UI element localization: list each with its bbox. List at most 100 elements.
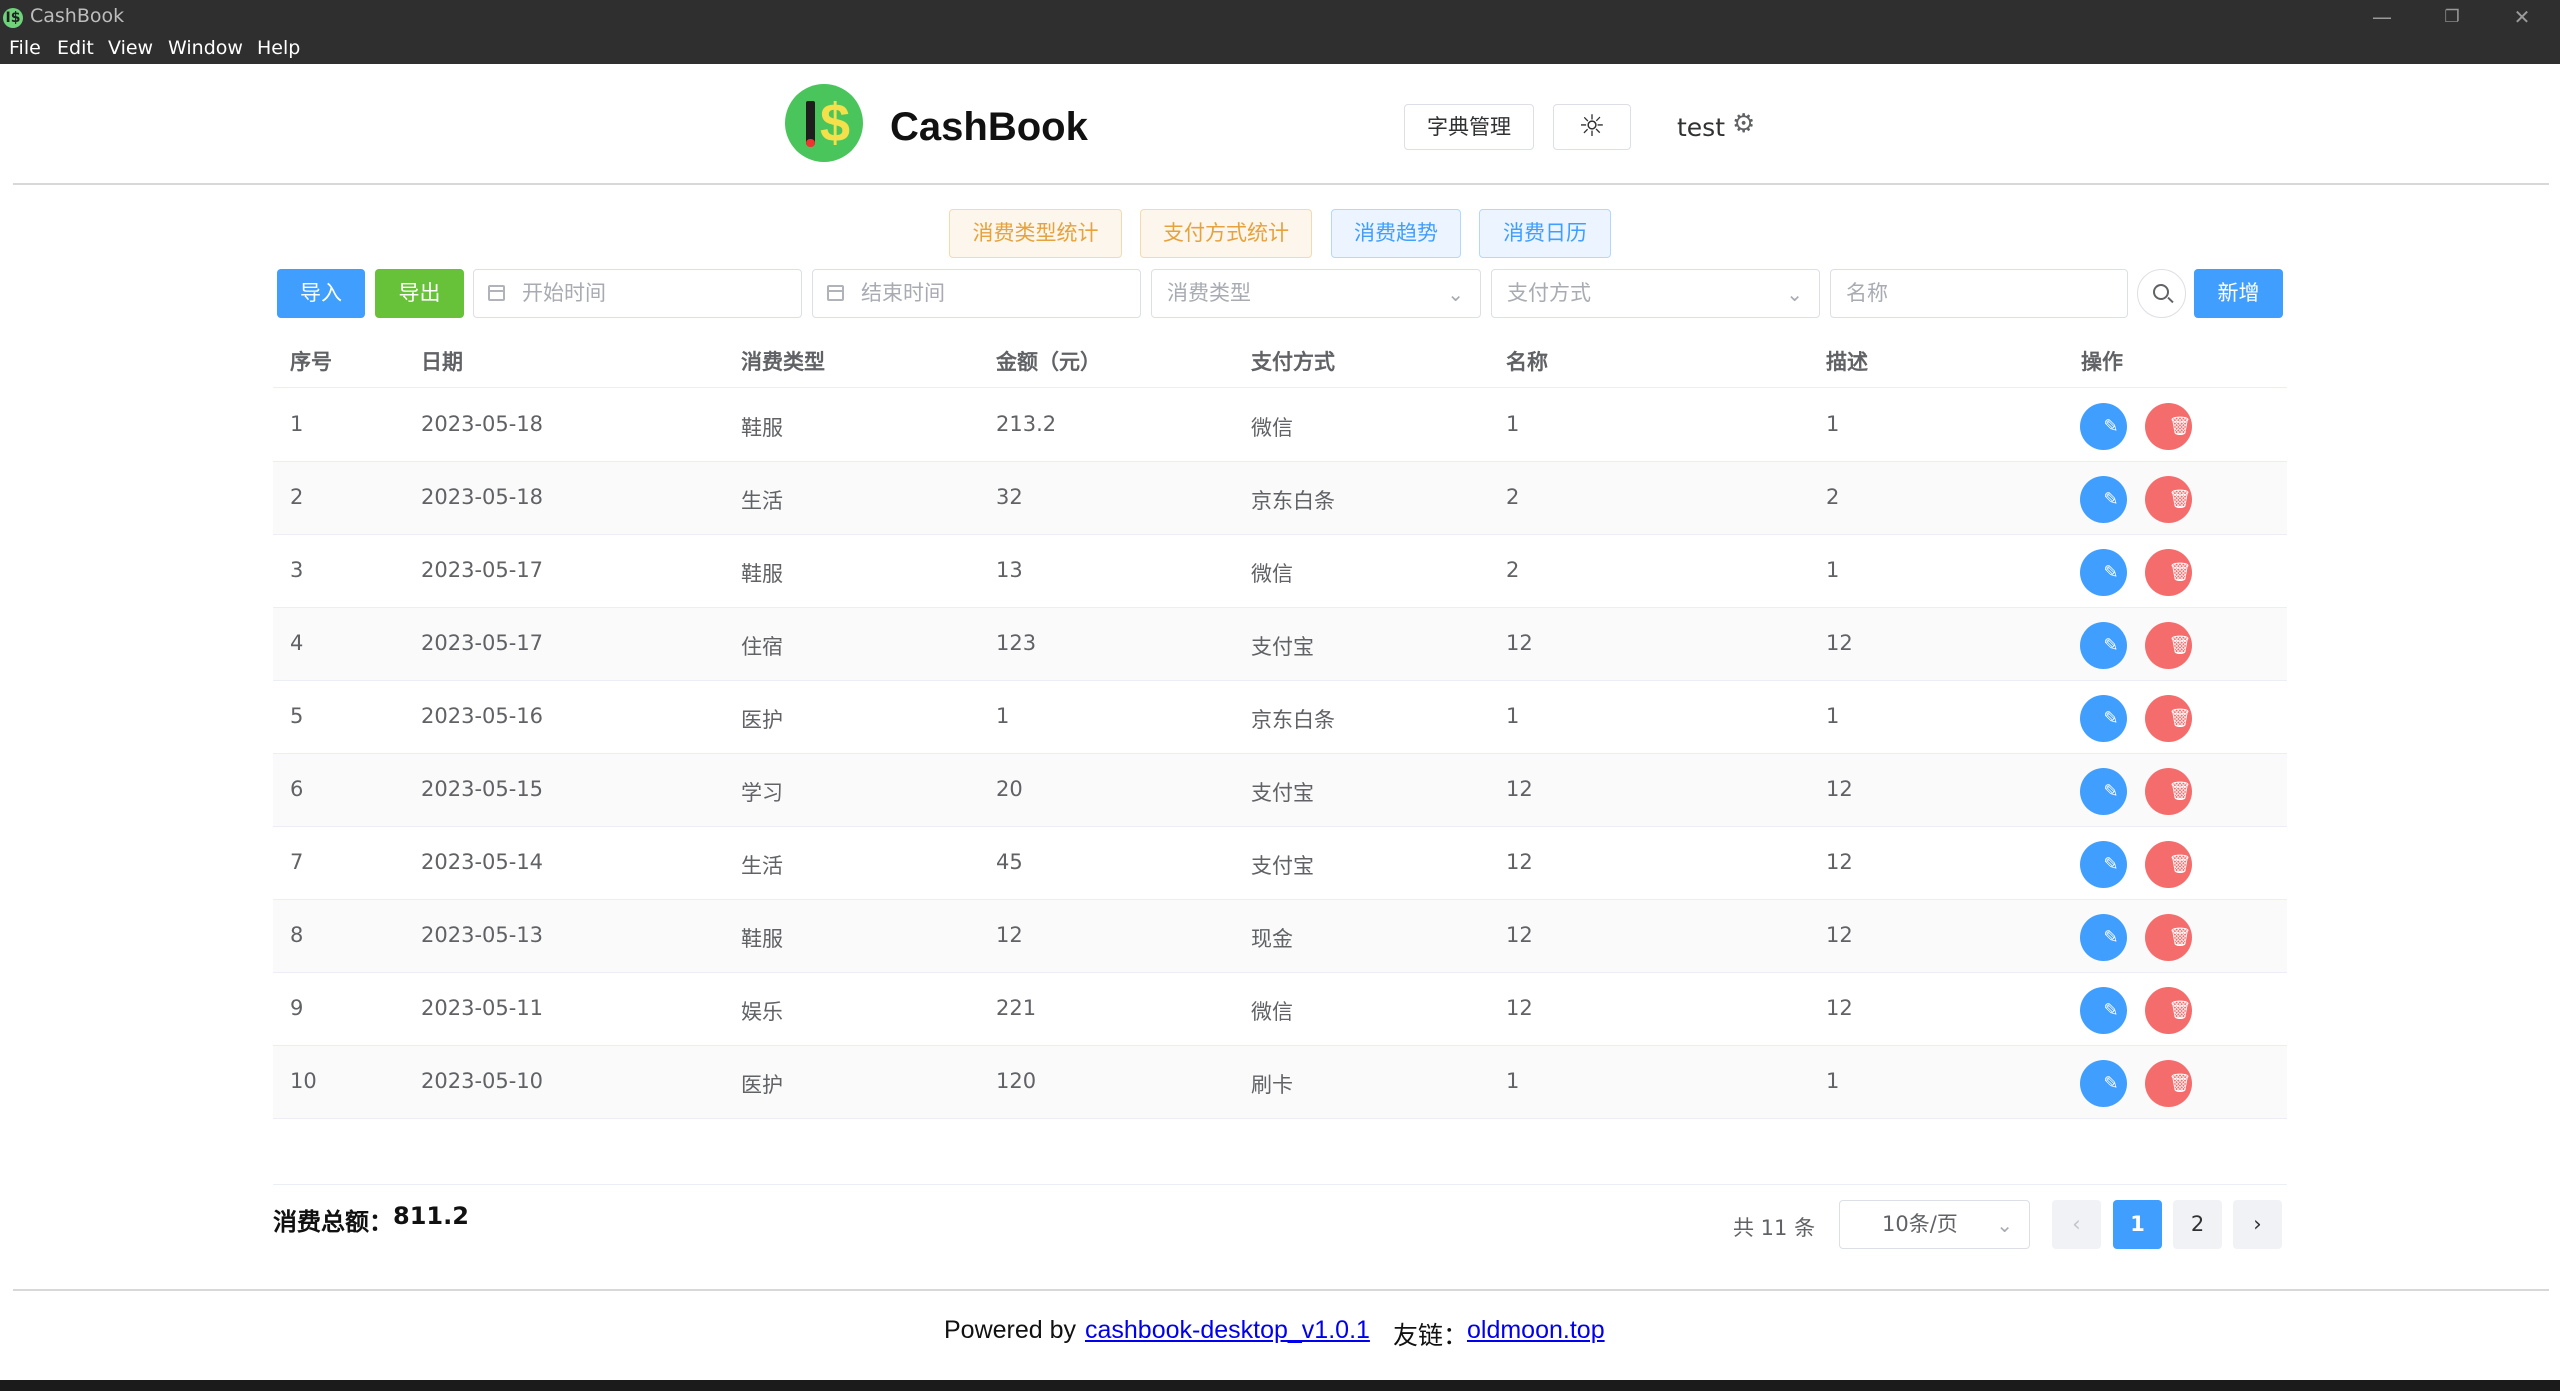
cell-amount: 221 (996, 996, 1037, 1020)
menu-edit[interactable]: Edit (57, 37, 94, 59)
menu-window[interactable]: Window (168, 37, 243, 59)
cell-type: 娱乐 (741, 1000, 783, 1024)
trash-icon: 🗑 (2168, 854, 2192, 875)
close-button[interactable]: ✕ (2487, 2, 2557, 32)
cell-index: 7 (290, 850, 304, 874)
cell-desc: 1 (1826, 1069, 1840, 1093)
cell-date: 2023-05-10 (421, 1069, 544, 1093)
cell-date: 2023-05-15 (421, 777, 544, 801)
edit-button[interactable]: ✎ (2080, 841, 2127, 888)
start-date-input[interactable]: 开始时间 (473, 269, 802, 318)
cell-date: 2023-05-17 (421, 631, 544, 655)
chevron-down-icon: ⌄ (1447, 282, 1464, 306)
cell-desc: 12 (1826, 777, 1853, 801)
col-date: 日期 (421, 350, 463, 374)
maximize-button[interactable]: ❐ (2417, 2, 2487, 32)
cell-index: 8 (290, 923, 304, 947)
theme-toggle-button[interactable]: ☼ (1553, 104, 1631, 150)
edit-button[interactable]: ✎ (2080, 768, 2127, 815)
delete-button[interactable]: 🗑 (2145, 549, 2192, 596)
delete-button[interactable]: 🗑 (2145, 841, 2192, 888)
cell-date: 2023-05-18 (421, 412, 544, 436)
cell-date: 2023-05-14 (421, 850, 544, 874)
menu-help[interactable]: Help (257, 37, 300, 59)
friend-link[interactable]: oldmoon.top (1467, 1316, 1605, 1345)
edit-button[interactable]: ✎ (2080, 914, 2127, 961)
sun-icon: ☼ (1578, 109, 1606, 144)
end-date-input[interactable]: 结束时间 (812, 269, 1141, 318)
payment-method-select[interactable]: 支付方式 ⌄ (1491, 269, 1820, 318)
brand-title: CashBook (890, 105, 1088, 149)
trash-icon: 🗑 (2168, 708, 2192, 729)
cell-payment: 微信 (1251, 416, 1293, 440)
table-row: 10 2023-05-10 医护 120 刷卡 1 1 ✎ 🗑 (273, 1046, 2287, 1119)
edit-button[interactable]: ✎ (2080, 403, 2127, 450)
cell-name: 1 (1506, 704, 1520, 728)
page-size-select[interactable]: 10条/页 ⌄ (1839, 1200, 2030, 1249)
tab-category-stats[interactable]: 消费类型统计 (949, 209, 1122, 258)
cell-date: 2023-05-18 (421, 485, 544, 509)
export-button[interactable]: 导出 (375, 269, 464, 318)
edit-button[interactable]: ✎ (2080, 1060, 2127, 1107)
prev-page-button[interactable]: ‹ (2052, 1200, 2101, 1249)
menu-view[interactable]: View (108, 37, 153, 59)
calendar-icon (827, 285, 844, 301)
col-actions: 操作 (2081, 350, 2123, 374)
delete-button[interactable]: 🗑 (2145, 987, 2192, 1034)
cell-amount: 1 (996, 704, 1010, 728)
edit-button[interactable]: ✎ (2080, 695, 2127, 742)
cell-amount: 20 (996, 777, 1023, 801)
import-button[interactable]: 导入 (277, 269, 365, 318)
cell-desc: 12 (1826, 923, 1853, 947)
name-placeholder: 名称 (1846, 281, 1888, 305)
col-amount: 金额（元） (996, 350, 1101, 374)
expense-type-select[interactable]: 消费类型 ⌄ (1151, 269, 1481, 318)
name-input[interactable]: 名称 (1830, 269, 2128, 318)
tab-calendar[interactable]: 消费日历 (1479, 209, 1611, 258)
cell-type: 医护 (741, 708, 783, 732)
logo-dollar-icon: $ (820, 93, 851, 153)
powered-by-text: Powered by (944, 1316, 1077, 1344)
minimize-button[interactable]: — (2347, 2, 2417, 32)
cell-amount: 213.2 (996, 412, 1057, 436)
add-button[interactable]: 新增 (2194, 269, 2283, 318)
edit-icon: ✎ (2103, 562, 2119, 583)
edit-button[interactable]: ✎ (2080, 987, 2127, 1034)
cell-desc: 12 (1826, 850, 1853, 874)
next-page-button[interactable]: › (2233, 1200, 2282, 1249)
edit-button[interactable]: ✎ (2080, 476, 2127, 523)
cell-payment: 现金 (1251, 927, 1293, 951)
cell-desc: 12 (1826, 631, 1853, 655)
start-date-placeholder: 开始时间 (522, 281, 606, 305)
tab-payment-stats[interactable]: 支付方式统计 (1140, 209, 1312, 258)
gear-icon[interactable]: ⚙ (1732, 109, 1755, 139)
search-button[interactable] (2137, 269, 2186, 318)
delete-button[interactable]: 🗑 (2145, 914, 2192, 961)
cell-desc: 1 (1826, 704, 1840, 728)
delete-button[interactable]: 🗑 (2145, 1060, 2192, 1107)
table-row: 7 2023-05-14 生活 45 支付宝 12 12 ✎ 🗑 (273, 827, 2287, 900)
friends-label: 友链： (1393, 1322, 1469, 1350)
cell-index: 3 (290, 558, 304, 582)
dict-manage-button[interactable]: 字典管理 (1404, 104, 1534, 150)
project-link[interactable]: cashbook-desktop_v1.0.1 (1085, 1316, 1370, 1345)
cell-index: 9 (290, 996, 304, 1020)
trash-icon: 🗑 (2168, 489, 2192, 510)
page-2-button[interactable]: 2 (2173, 1200, 2222, 1249)
cell-name: 12 (1506, 777, 1533, 801)
cell-amount: 120 (996, 1069, 1037, 1093)
page-1-button[interactable]: 1 (2113, 1200, 2162, 1249)
edit-button[interactable]: ✎ (2080, 549, 2127, 596)
table-row: 2 2023-05-18 生活 32 京东白条 2 2 ✎ 🗑 (273, 462, 2287, 535)
tab-trend[interactable]: 消费趋势 (1331, 209, 1461, 258)
menu-file[interactable]: File (9, 37, 41, 59)
edit-button[interactable]: ✎ (2080, 622, 2127, 669)
delete-button[interactable]: 🗑 (2145, 403, 2192, 450)
edit-icon: ✎ (2103, 927, 2119, 948)
edit-icon: ✎ (2103, 1073, 2119, 1094)
delete-button[interactable]: 🗑 (2145, 695, 2192, 742)
cell-payment: 支付宝 (1251, 781, 1314, 805)
delete-button[interactable]: 🗑 (2145, 476, 2192, 523)
delete-button[interactable]: 🗑 (2145, 768, 2192, 815)
delete-button[interactable]: 🗑 (2145, 622, 2192, 669)
